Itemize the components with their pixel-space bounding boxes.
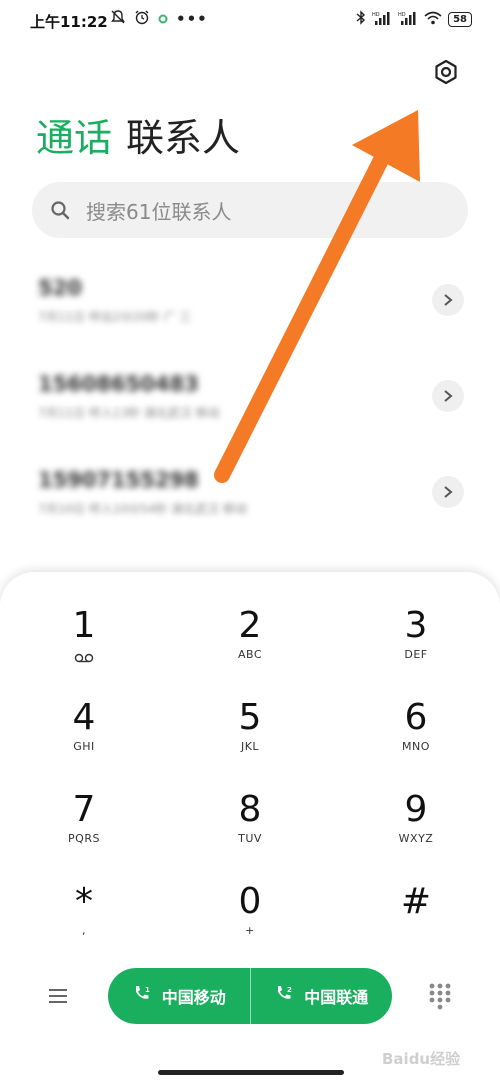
svg-text:HD: HD <box>372 12 380 18</box>
more-dots-icon: ••• <box>176 10 208 28</box>
signal-hd-icon: HD <box>398 11 418 28</box>
dial-key-0[interactable]: 0 + <box>180 880 320 966</box>
call-log-item[interactable]: 15608650483 7月11日 呼入13秒 湖北武汉 移动 <box>0 356 500 452</box>
svg-text:2: 2 <box>287 986 292 994</box>
bluetooth-icon <box>356 10 366 28</box>
key-letters: MNO <box>402 740 430 753</box>
dial-key-2[interactable]: 2 ABC <box>180 604 320 690</box>
key-digit: 6 <box>404 697 428 738</box>
signal-hd-icon: HD <box>372 11 392 28</box>
bell-off-icon <box>110 9 126 29</box>
call-number: 15907155298 <box>38 468 199 492</box>
chevron-right-icon <box>444 294 453 306</box>
phone-sim1-icon: 1 <box>132 984 152 1008</box>
call-number: 520 <box>38 276 82 300</box>
key-digit: # <box>400 881 432 922</box>
key-digit: * <box>75 881 93 922</box>
call-log-item[interactable]: 15907155298 7月10日 呼入10分54秒 湖北武汉 移动 <box>0 452 500 548</box>
sim1-label: 中国移动 <box>161 988 226 1007</box>
key-letters: PQRS <box>68 832 100 845</box>
battery-indicator: 58 <box>448 11 472 27</box>
key-digit: 5 <box>238 697 262 738</box>
key-letters: , <box>82 924 86 937</box>
call-number: 15608650483 <box>38 372 199 396</box>
key-letters: + <box>245 924 255 937</box>
svg-text:1: 1 <box>145 986 150 994</box>
gear-icon <box>433 59 459 89</box>
key-digit: 3 <box>404 605 428 646</box>
keypad-toggle-icon[interactable] <box>428 982 452 1010</box>
call-meta: 7月10日 呼入10分54秒 湖北武汉 移动 <box>38 502 247 516</box>
settings-button[interactable] <box>430 58 462 90</box>
watermark: Baidu经验 <box>382 1050 461 1068</box>
key-digit: 9 <box>404 789 428 830</box>
key-digit: 7 <box>72 789 96 830</box>
wifi-icon <box>424 11 442 28</box>
call-details-button[interactable] <box>432 380 464 412</box>
key-digit: 2 <box>238 605 262 646</box>
recent-calls-list: 520 7月11日 呼出2分20秒 广 三 15608650483 7月11日 … <box>0 260 500 548</box>
svg-text:HD: HD <box>398 12 406 18</box>
home-indicator[interactable] <box>158 1070 344 1075</box>
menu-icon[interactable] <box>46 984 70 1008</box>
tab-contacts[interactable]: 联系人 <box>126 114 240 162</box>
key-digit: 1 <box>72 605 96 646</box>
notification-dot-icon <box>158 10 168 28</box>
call-details-button[interactable] <box>432 476 464 508</box>
status-time: 上午11:22 <box>30 13 108 31</box>
search-icon <box>50 200 70 220</box>
voicemail-icon <box>74 648 94 667</box>
dial-key-9[interactable]: 9 WXYZ <box>346 788 486 874</box>
call-buttons: 1 中国移动 2 中国联通 <box>108 968 392 1024</box>
dial-key-star[interactable]: * , <box>14 880 154 966</box>
dial-key-3[interactable]: 3 DEF <box>346 604 486 690</box>
search-input[interactable]: 搜索61位联系人 <box>32 182 468 238</box>
key-letters: WXYZ <box>398 832 434 845</box>
key-letters: DEF <box>404 648 428 661</box>
key-letters: JKL <box>240 740 260 753</box>
status-bar: 上午11:22 ••• HD HD 58 <box>0 0 500 40</box>
dialer-action-bar: 1 中国移动 2 中国联通 <box>0 966 500 1026</box>
sim2-label: 中国联通 <box>304 988 369 1007</box>
call-log-item[interactable]: 520 7月11日 呼出2分20秒 广 三 <box>0 260 500 356</box>
key-letters: ABC <box>237 648 263 661</box>
key-letters: TUV <box>238 832 262 845</box>
call-meta: 7月11日 呼入13秒 湖北武汉 移动 <box>38 406 220 420</box>
call-sim2-button[interactable]: 2 中国联通 <box>249 968 393 1024</box>
chevron-right-icon <box>444 486 453 498</box>
dial-key-4[interactable]: 4 GHI <box>14 696 154 782</box>
dial-key-1[interactable]: 1 <box>14 604 154 690</box>
alarm-icon <box>134 9 150 29</box>
chevron-right-icon <box>444 390 453 402</box>
key-digit: 4 <box>72 697 96 738</box>
tab-calls[interactable]: 通话 <box>36 114 112 162</box>
dial-key-6[interactable]: 6 MNO <box>346 696 486 782</box>
phone-sim2-icon: 2 <box>274 984 294 1008</box>
status-left-icons: ••• <box>110 9 208 29</box>
call-meta: 7月11日 呼出2分20秒 广 三 <box>38 310 192 324</box>
key-letters: GHI <box>73 740 95 753</box>
dial-key-hash[interactable]: # <box>346 880 486 966</box>
tab-bar: 通话 联系人 <box>36 114 240 162</box>
dial-key-7[interactable]: 7 PQRS <box>14 788 154 874</box>
dial-key-5[interactable]: 5 JKL <box>180 696 320 782</box>
key-digit: 0 <box>238 881 262 922</box>
key-digit: 8 <box>238 789 262 830</box>
dial-key-8[interactable]: 8 TUV <box>180 788 320 874</box>
call-details-button[interactable] <box>432 284 464 316</box>
call-sim1-button[interactable]: 1 中国移动 <box>108 968 250 1024</box>
status-right-icons: HD HD 58 <box>356 10 472 28</box>
search-placeholder: 搜索61位联系人 <box>86 199 232 224</box>
dialpad: 1 2 ABC 3 DEF 4 GHI 5 JKL 6 MNO 7 PQRS 8… <box>0 572 500 1084</box>
